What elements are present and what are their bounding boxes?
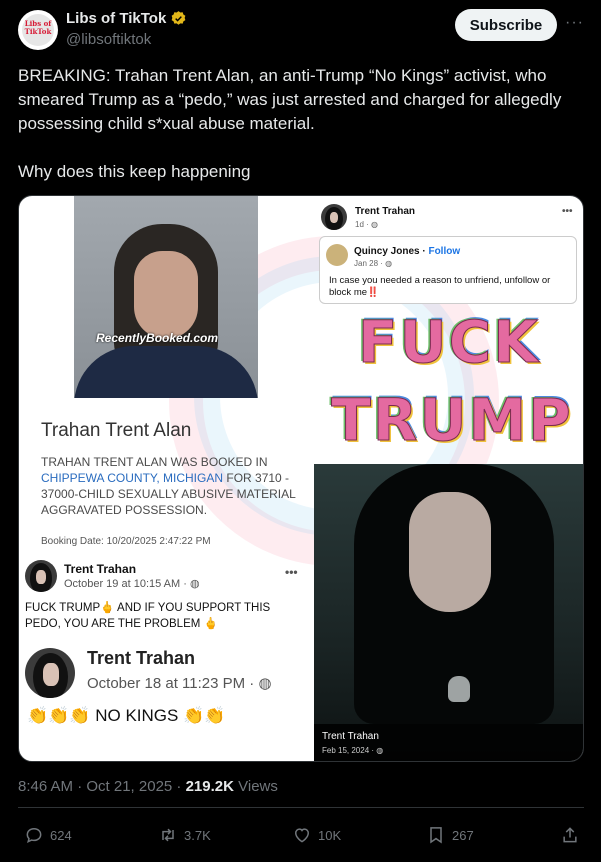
quoted-post: Quincy Jones · Follow Jan 28 · ◍ In case…: [319, 236, 577, 304]
quote-follow: Follow: [428, 246, 461, 257]
mugshot-shirt: [74, 346, 258, 398]
heart-icon: [294, 828, 310, 843]
quote-avatar: [326, 244, 348, 266]
views-count: 219.2K: [185, 778, 234, 795]
reply-icon: [26, 827, 42, 844]
post2-name: Trent Trahan: [87, 648, 196, 668]
account-name[interactable]: Libs of TikTok: [66, 10, 166, 27]
bookmark-icon: [430, 827, 442, 844]
account-name-row[interactable]: Libs of TikTok: [66, 10, 187, 27]
mugshot-watermark: RecentlyBooked.com: [96, 331, 219, 345]
share-button[interactable]: [560, 825, 580, 845]
tweet-text: BREAKING: Trahan Trent Alan, an anti-Tru…: [18, 64, 588, 184]
quote-name: Quincy Jones: [354, 246, 420, 257]
booking-desc-pre: TRAHAN TRENT ALAN WAS BOOKED IN: [41, 455, 268, 469]
divider: [18, 807, 584, 808]
quote-exclaim: ‼️: [367, 287, 379, 298]
quote-text: In case you needed a reason to unfriend,…: [329, 275, 551, 298]
repost-count: 3.7K: [184, 827, 211, 843]
verified-badge-icon: [171, 11, 186, 25]
goth-photo: Trent Trahan Feb 15, 2024 · ◍: [314, 464, 583, 761]
post1-text: FUCK TRUMP🖕 AND IF YOU SUPPORT THIS PEDO…: [25, 602, 271, 630]
fb-top-name: Trent Trahan: [355, 206, 416, 217]
fb-top-more-icon: •••: [562, 206, 573, 217]
post1-avatar: [25, 560, 57, 592]
quote-text-row: In case you needed a reason to unfriend,…: [329, 275, 569, 299]
reply-count: 624: [50, 827, 72, 843]
tweet-paragraph-2: Why does this keep happening: [18, 162, 251, 181]
quote-date: Jan 28 · ◍: [354, 259, 393, 268]
tweet-timestamp[interactable]: 8:46 AM · Oct 21, 2025 ·: [18, 778, 186, 795]
share-icon: [563, 827, 577, 843]
repost-icon: [162, 828, 174, 842]
like-count: 10K: [318, 827, 342, 843]
avatar-logo-text: Libs of TikTok: [24, 19, 52, 36]
flower-text-line1: FUCK: [357, 308, 541, 377]
account-avatar[interactable]: Libs of TikTok: [18, 10, 58, 50]
bookmark-button[interactable]: 267: [426, 825, 474, 845]
subscribe-button[interactable]: Subscribe: [455, 9, 557, 41]
mugshot-face: [134, 251, 198, 339]
booking-name: Trahan Trent Alan: [41, 420, 192, 441]
tweet-media-image[interactable]: RecentlyBooked.com Trahan Trent Alan TRA…: [18, 195, 584, 762]
photo2-caption: Trent Trahan Feb 15, 2024 · ◍: [314, 724, 583, 761]
tweet-meta: 8:46 AM · Oct 21, 2025 · 219.2K Views: [18, 778, 278, 795]
quote-name-row: Quincy Jones · Follow: [354, 246, 461, 257]
fb-top-date: 1d · ◍: [355, 220, 378, 229]
mugshot-photo: RecentlyBooked.com: [74, 196, 258, 398]
post2-text: 👏👏👏 NO KINGS 👏👏: [27, 706, 226, 725]
booking-location: CHIPPEWA COUNTY, MICHIGAN: [41, 471, 224, 485]
like-button[interactable]: 10K: [292, 825, 341, 845]
post1-date: October 19 at 10:15 AM · ◍: [64, 578, 200, 590]
reply-button[interactable]: 624: [24, 825, 72, 845]
photo2-name: Trent Trahan: [322, 731, 379, 742]
photo2-face: [409, 492, 491, 612]
flower-text-line2: TRUMP: [331, 386, 573, 455]
repost-button[interactable]: 3.7K: [158, 825, 211, 845]
tweet-paragraph-1: BREAKING: Trahan Trent Alan, an anti-Tru…: [18, 66, 562, 133]
post1-more-icon: •••: [285, 565, 298, 579]
photo2-date: Feb 15, 2024 · ◍: [322, 746, 384, 755]
skull-icon: [448, 676, 470, 702]
bookmark-count: 267: [452, 827, 474, 843]
booking-date: Booking Date: 10/20/2025 2:47:22 PM: [41, 536, 211, 547]
post2-avatar: [25, 648, 75, 698]
booking-description: TRAHAN TRENT ALAN WAS BOOKED IN CHIPPEWA…: [41, 454, 311, 518]
fb-top-avatar: [321, 204, 347, 230]
post1-name: Trent Trahan: [64, 562, 137, 576]
account-handle[interactable]: @libsoftiktok: [66, 31, 151, 48]
post2-date: October 18 at 11:23 PM · ◍: [87, 675, 272, 692]
more-options-icon[interactable]: ···: [565, 14, 584, 32]
action-bar: 624 3.7K 10K 267: [0, 825, 601, 851]
views-label: Views: [233, 778, 278, 795]
